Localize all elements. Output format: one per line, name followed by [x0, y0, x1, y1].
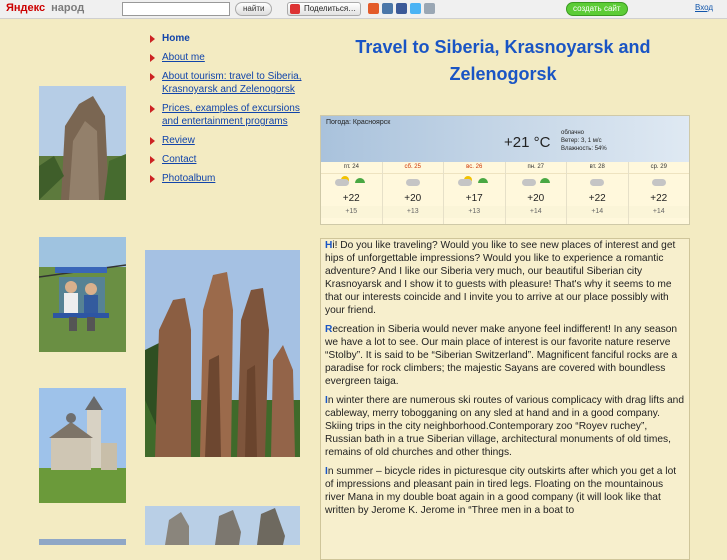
nav-bullet-icon [150, 137, 155, 145]
weather-current: Погода: Красноярск +21 °C облачно Ветер:… [321, 116, 689, 162]
forecast-low: +14 [505, 206, 566, 218]
rocks-photo-2[interactable] [145, 506, 300, 545]
rock-photo-1[interactable] [39, 86, 126, 200]
forecast-low: +13 [444, 206, 505, 218]
nav-item-label: Home [162, 33, 190, 44]
weather-widget[interactable]: Погода: Красноярск +21 °C облачно Ветер:… [320, 115, 690, 225]
nav-bullet-icon [150, 156, 155, 164]
forecast-high: +17 [465, 193, 483, 204]
nav-bullet-icon [150, 105, 155, 113]
nav-item-photoalbum[interactable]: Photoalbum [150, 172, 310, 185]
yandex-narod-logo[interactable]: Яндекс народ [6, 2, 84, 14]
nav-item-label: About me [162, 52, 205, 63]
cloud-icon [629, 174, 690, 192]
cloud-rain-icon [506, 174, 567, 192]
forecast-high: +20 [404, 193, 422, 204]
nav-bullet-icon [150, 54, 155, 62]
yandex-logo-text: Яндекс [6, 2, 46, 14]
forecast-high: +20 [527, 193, 545, 204]
forecast-day: вт. 28 +22 +14 [567, 162, 629, 224]
find-button[interactable]: найти [235, 2, 273, 16]
facebook-icon[interactable] [396, 3, 407, 14]
sun-cloud-rain-icon [321, 174, 382, 192]
main-navigation: Home About me About tourism: travel to S… [150, 32, 310, 191]
forecast-day: пт. 24 +22 +15 [321, 162, 383, 224]
forecast-high: +22 [342, 193, 360, 204]
nav-item-contact[interactable]: Contact [150, 153, 310, 166]
forecast-low: +14 [567, 206, 628, 218]
cable-car-photo[interactable] [39, 237, 126, 352]
login-link[interactable]: Вход [695, 3, 713, 12]
weather-condition: облачно [561, 130, 584, 136]
forecast-day-label: ср. 29 [628, 162, 689, 174]
nav-item-prices[interactable]: Prices, examples of excursions and enter… [150, 102, 310, 128]
link-icon[interactable] [424, 3, 435, 14]
forecast-high: +22 [650, 193, 668, 204]
weather-humidity: Влажность: 54% [561, 146, 607, 152]
paragraph-text: i! Do you like traveling? Would you like… [325, 240, 676, 316]
yandex-share-icon[interactable] [368, 3, 379, 14]
share-button[interactable]: Поделиться… [287, 2, 362, 16]
paragraph: In winter there are numerous ski routes … [321, 394, 689, 459]
forecast-low: +13 [382, 206, 443, 218]
paragraph: Recreation in Siberia would never make a… [321, 323, 689, 388]
nav-item-label: About tourism: travel to Siberia, Krasno… [162, 71, 302, 95]
nav-item-label: Review [162, 135, 195, 146]
paragraph: In summer – bicycle rides in picturesque… [321, 465, 689, 517]
intro-text: Hi! Do you like traveling? Would you lik… [320, 238, 690, 560]
forecast-day-label: пт. 24 [321, 162, 382, 174]
cloud-icon [567, 174, 628, 192]
weather-current-temp: +21 °C [504, 134, 551, 151]
church-photo[interactable] [39, 388, 126, 503]
forecast-day: вс. 26 +17 +13 [444, 162, 506, 224]
page-title: Travel to Siberia, Krasnoyarsk and Zelen… [355, 37, 651, 84]
forecast-low: +15 [321, 206, 382, 218]
forecast-day-label: вт. 28 [567, 162, 628, 174]
nav-item-label: Contact [162, 154, 197, 165]
nav-item-about-me[interactable]: About me [150, 51, 310, 64]
forecast-low: +14 [628, 206, 689, 218]
narod-logo-text: народ [51, 2, 85, 14]
paragraph-text: ecreation in Siberia would never make an… [325, 324, 678, 387]
nav-item-home[interactable]: Home [150, 32, 310, 45]
sun-cloud-rain-icon [444, 174, 505, 192]
nav-bullet-icon [150, 35, 155, 43]
bottom-left-photo[interactable] [39, 539, 126, 545]
nav-item-label: Prices, examples of excursions and enter… [162, 103, 300, 127]
weather-forecast: пт. 24 +22 +15 сб. 25 +20 +13 вс. 26 +17… [321, 162, 689, 224]
forecast-high: +22 [588, 193, 606, 204]
twitter-icon[interactable] [410, 3, 421, 14]
stolby-rocks-photo[interactable] [145, 250, 300, 457]
weather-wind: Ветер: З, 1 м/с [561, 138, 602, 144]
paragraph-text: n summer – bicycle rides in picturesque … [325, 466, 677, 516]
search-input[interactable] [122, 2, 230, 16]
paragraph: Hi! Do you like traveling? Would you lik… [321, 239, 689, 317]
yandex-toolbar: Яндекс народ найти Поделиться… создать са… [0, 0, 727, 19]
paragraph-text: n winter there are numerous ski routes o… [325, 395, 684, 458]
cloud-icon [383, 174, 444, 192]
nav-item-label: Photoalbum [162, 173, 216, 184]
create-site-button[interactable]: создать сайт [566, 2, 628, 16]
forecast-day-label: сб. 25 [382, 162, 443, 174]
share-icon [290, 4, 300, 14]
vk-icon[interactable] [382, 3, 393, 14]
nav-bullet-icon [150, 73, 155, 81]
forecast-day: ср. 29 +22 +14 [628, 162, 690, 224]
nav-bullet-icon [150, 175, 155, 183]
weather-location: Погода: Красноярск [326, 119, 391, 126]
nav-item-review[interactable]: Review [150, 134, 310, 147]
nav-item-about-tourism[interactable]: About tourism: travel to Siberia, Krasno… [150, 70, 310, 96]
forecast-day: сб. 25 +20 +13 [382, 162, 444, 224]
forecast-day-label: вс. 26 [444, 162, 505, 174]
share-label: Поделиться… [304, 4, 357, 13]
forecast-day-label: пн. 27 [505, 162, 566, 174]
forecast-day: пн. 27 +20 +14 [505, 162, 567, 224]
weather-details: облачно Ветер: З, 1 м/с Влажность: 54% [561, 129, 607, 153]
